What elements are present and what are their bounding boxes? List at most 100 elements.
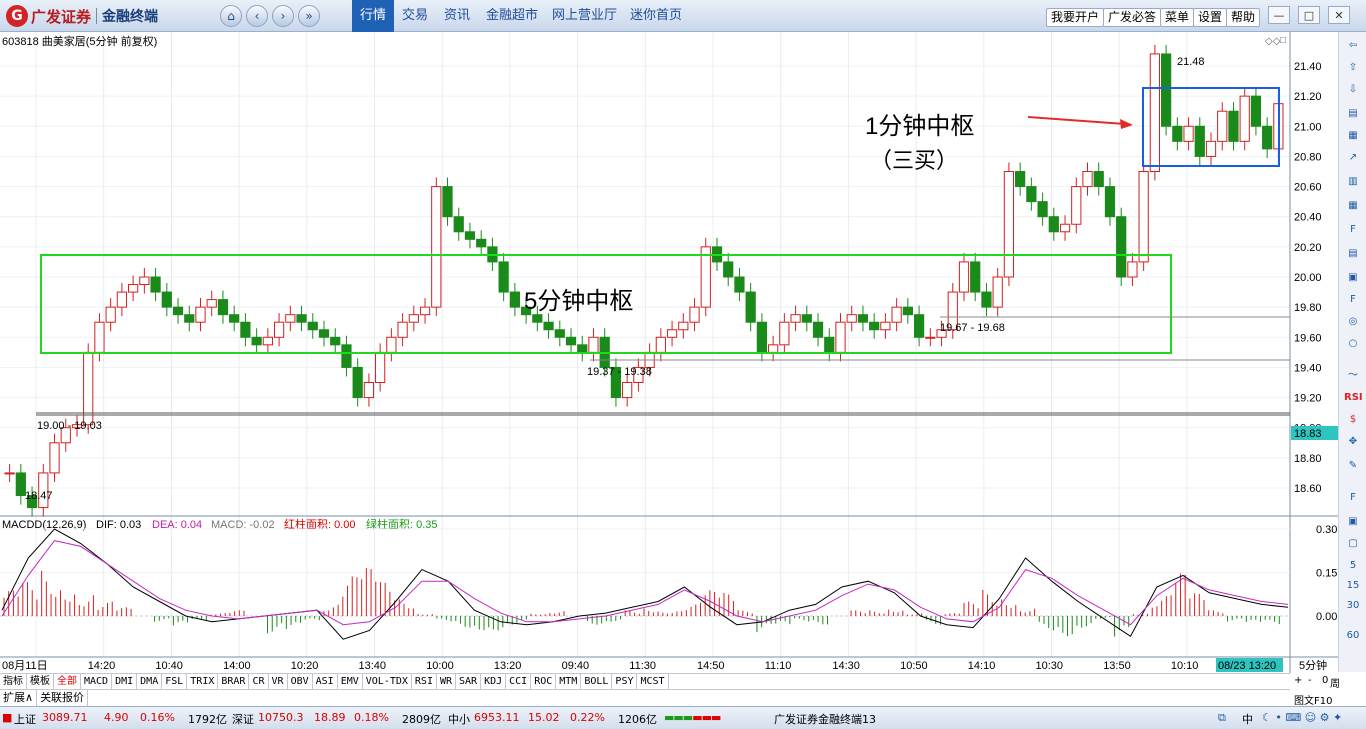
diamond-icon[interactable]: ◇◇ [1265, 36, 1281, 47]
indicator-tab[interactable]: VOL-TDX [363, 674, 412, 690]
indicator-tab[interactable]: PSY [612, 674, 638, 690]
box-icon[interactable]: □ [1280, 35, 1286, 46]
zoom-in-button[interactable]: + [1294, 675, 1302, 686]
moon-icon[interactable]: ☾ • ⌨ ☺ ⚙ ✦ [1262, 711, 1342, 724]
candle-body [285, 314, 296, 323]
list-icon[interactable]: ▦ [1344, 128, 1362, 144]
indicator-tab[interactable]: VR [269, 674, 288, 690]
tab-online-hall[interactable]: 网上营业厅 [544, 0, 625, 32]
zx-name[interactable]: 中小 [448, 711, 470, 727]
collapse-icon[interactable]: » [298, 5, 320, 27]
tab-mini-home[interactable]: 迷你首页 [622, 0, 690, 32]
candle-body [251, 336, 262, 346]
zoom-out-button[interactable]: - [1308, 675, 1312, 686]
candle-body [296, 314, 307, 323]
candle-body [330, 336, 341, 346]
sz-name[interactable]: 深证 [232, 711, 254, 727]
sh-name[interactable]: 上证 [14, 711, 36, 727]
rsi-icon[interactable]: RSI [1344, 390, 1363, 406]
tab-news[interactable]: 资讯 [436, 0, 478, 32]
move-icon[interactable]: ✥ [1344, 434, 1362, 450]
indicator-tab[interactable]: RSI [412, 674, 437, 690]
ime-label[interactable]: 中 [1242, 711, 1253, 727]
arrow-up-icon[interactable]: ⇧ [1344, 60, 1362, 76]
num-15-icon[interactable]: 15 [1344, 578, 1362, 594]
indicator-tab[interactable]: DMA [137, 674, 163, 690]
maximize-icon[interactable]: □ [1298, 6, 1320, 24]
tab-market[interactable]: 行情 [352, 0, 395, 32]
candle-body [1116, 216, 1127, 278]
table-icon[interactable]: ▤ [1344, 106, 1362, 122]
indicator-tab[interactable]: EMV [338, 674, 363, 690]
forward-icon[interactable]: › [272, 5, 294, 27]
fiz-icon[interactable]: F [1344, 292, 1362, 308]
open-account-button[interactable]: 我要开户 [1046, 8, 1105, 27]
menu-button[interactable]: 菜单 [1160, 8, 1195, 27]
indicator-tab[interactable]: 指标 [0, 674, 27, 690]
reset-button[interactable]: 0 [1322, 675, 1328, 686]
arrow-down-icon[interactable]: ⇩ [1344, 82, 1362, 98]
num-5-icon[interactable]: 5 [1344, 558, 1362, 574]
fs-icon[interactable]: F [1344, 490, 1362, 506]
indicator-tab[interactable]: KDJ [481, 674, 507, 690]
indicator-tab[interactable]: DMI [112, 674, 138, 690]
indicator-tab[interactable]: MTM [556, 674, 582, 690]
indicator-tab[interactable]: ASI [313, 674, 338, 690]
candle-body [1037, 201, 1048, 218]
candle-body [1250, 95, 1262, 127]
indicator-tab[interactable]: OBV [288, 674, 313, 690]
macd-tick: 0.15 [1316, 568, 1337, 580]
week-button[interactable]: 周 [1330, 675, 1340, 690]
note-icon[interactable]: ▣ [1344, 270, 1362, 286]
indicator-tab[interactable]: BOLL [581, 674, 613, 690]
settings-button[interactable]: 设置 [1193, 8, 1228, 27]
num-60-icon[interactable]: 60 [1344, 628, 1362, 644]
indicator-tab[interactable]: 全部 [54, 674, 81, 690]
pencil-icon[interactable]: ✎ [1344, 458, 1362, 474]
f10-button[interactable]: 图文F10 [1294, 692, 1332, 707]
candle-body [678, 321, 689, 331]
candle-body [756, 321, 768, 353]
home-icon[interactable]: ⌂ [220, 5, 242, 27]
indicator-tab[interactable]: 模板 [27, 674, 54, 690]
candle-icon[interactable]: ▥ [1344, 174, 1362, 190]
indicator-tab[interactable]: CCI [506, 674, 532, 690]
indicator-tab[interactable]: MACD [81, 674, 113, 690]
f10-icon[interactable]: F [1344, 222, 1362, 238]
qa-button[interactable]: 广发必答 [1103, 8, 1162, 27]
indicator-tab[interactable]: TRIX [187, 674, 219, 690]
layer-icon[interactable]: ▣ [1344, 514, 1362, 530]
back-icon[interactable]: ‹ [246, 5, 268, 27]
dollar-icon[interactable]: $ [1344, 412, 1362, 428]
candle-body [419, 306, 431, 316]
indicator-tab[interactable]: SAR [456, 674, 482, 690]
num-30-icon[interactable]: 30 [1344, 598, 1362, 614]
tab-related-quotes[interactable]: 关联报价 [37, 690, 89, 707]
annotation-5min: 5分钟中枢 [524, 288, 633, 315]
indicator-tab[interactable]: BRAR [218, 674, 250, 690]
tab-expand[interactable]: 扩展∧ [0, 690, 38, 707]
grid-icon[interactable]: ▦ [1344, 198, 1362, 214]
help-button[interactable]: 帮助 [1226, 8, 1261, 27]
indicator-tab[interactable]: WR [437, 674, 457, 690]
circle-icon[interactable]: ◎ [1344, 314, 1362, 330]
ime-icon[interactable]: ⧉ [1218, 711, 1226, 725]
chart-line-icon[interactable]: ↗ [1344, 150, 1362, 166]
close-icon[interactable]: ✕ [1328, 6, 1350, 24]
period-label[interactable]: 5分钟 [1299, 658, 1327, 672]
indicator-tab[interactable]: MCST [637, 674, 669, 690]
indicator-tab[interactable]: FSL [162, 674, 188, 690]
minimize-icon[interactable]: — [1268, 6, 1290, 24]
ring-icon[interactable]: ○ [1344, 336, 1362, 352]
arrow-left-icon[interactable]: ⇦ [1344, 38, 1362, 54]
tab-trade[interactable]: 交易 [394, 0, 436, 32]
chart-canvas[interactable]: 603818 曲美家居(5分钟 前复权) 21.40 21.20 21.00 20.8… [0, 32, 1338, 673]
indicator-tab[interactable]: ROC [531, 674, 557, 690]
indicator-tab[interactable]: CR [249, 674, 269, 690]
panel-icon[interactable]: ▢ [1344, 536, 1362, 552]
candle-body [1149, 53, 1160, 173]
stats-icon[interactable]: ▤ [1344, 246, 1362, 262]
tab-finance-mall[interactable]: 金融超市 [478, 0, 546, 32]
candle-body [1104, 186, 1116, 218]
wave-icon[interactable]: 〜 [1344, 368, 1362, 384]
